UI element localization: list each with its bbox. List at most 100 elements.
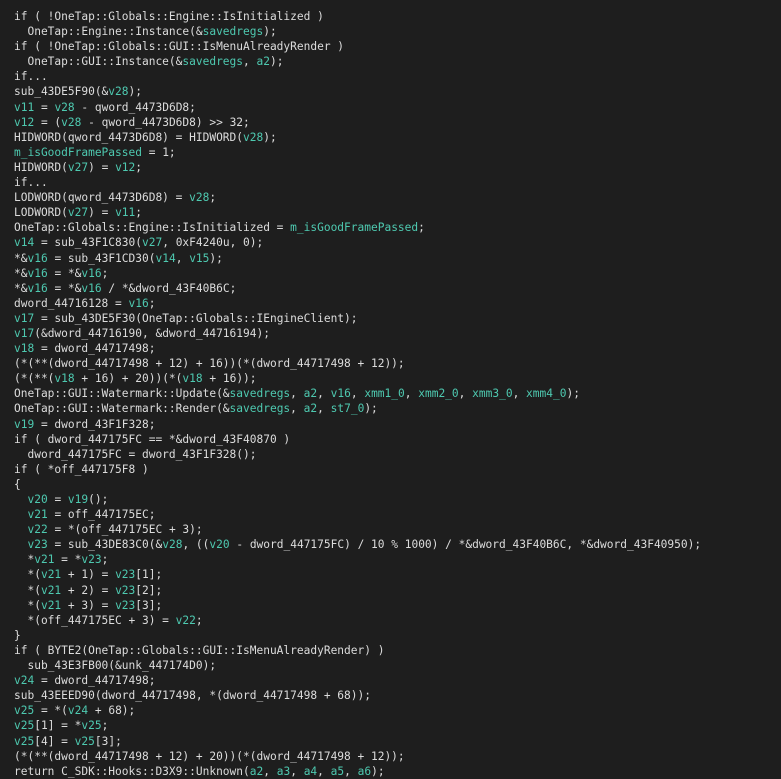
code-identifier[interactable]: v25 [14,735,34,748]
code-identifier[interactable]: v23 [27,538,47,551]
code-text: *& [14,251,28,265]
code-identifier[interactable]: v18 [54,372,74,385]
code-identifier[interactable]: v17 [14,312,34,325]
code-identifier[interactable]: v27 [68,161,88,174]
code-identifier[interactable]: v24 [68,704,88,717]
code-identifier[interactable]: v28 [162,538,182,551]
code-identifier[interactable]: v20 [209,538,229,551]
code-identifier[interactable]: v12 [115,161,135,174]
code-identifier[interactable]: v21 [27,508,47,521]
code-identifier[interactable]: a5 [331,765,344,778]
code-identifier[interactable]: xmm2_0 [418,387,458,400]
code-line: v12 = (v28 - qword_4473D6D8) >> 32; [14,115,781,130]
code-identifier[interactable]: v12 [14,116,34,129]
code-identifier[interactable]: v25 [75,735,95,748]
code-identifier[interactable]: v16 [81,282,101,295]
code-identifier[interactable]: v11 [115,206,135,219]
code-identifier[interactable]: v22 [27,523,47,536]
code-text: *( [14,583,41,597]
code-identifier[interactable]: v25 [14,719,34,732]
code-identifier[interactable]: v21 [41,584,61,597]
code-identifier[interactable]: v23 [115,599,135,612]
code-line: dword_447175FC = dword_43F1F328(); [14,447,781,462]
code-identifier[interactable]: v28 [108,85,128,98]
code-identifier[interactable]: m_isGoodFramePassed [290,221,418,234]
code-identifier[interactable]: v25 [81,719,101,732]
code-identifier[interactable]: savedregs [230,402,291,415]
code-identifier[interactable]: v16 [27,282,47,295]
code-identifier[interactable]: st7_0 [331,402,365,415]
code-identifier[interactable]: v21 [41,599,61,612]
code-identifier[interactable]: v11 [14,101,34,114]
code-text: = *( [34,704,68,718]
code-text: OneTap::GUI::Watermark::Render(& [14,402,230,416]
code-identifier[interactable]: v21 [41,568,61,581]
code-identifier[interactable]: v23 [81,553,101,566]
code-identifier[interactable]: v24 [14,674,34,687]
code-identifier[interactable]: v28 [54,101,74,114]
code-identifier[interactable]: savedregs [182,55,243,68]
code-identifier[interactable]: a2 [304,402,317,415]
code-identifier[interactable]: v23 [115,568,135,581]
code-identifier[interactable]: v17 [14,327,34,340]
code-identifier[interactable]: v27 [68,206,88,219]
code-identifier[interactable]: v18 [182,372,202,385]
code-identifier[interactable]: v28 [189,191,209,204]
code-text: - dword_447175FC) / 10 % 1000) / *&dword… [229,538,702,552]
code-identifier[interactable]: v16 [81,267,101,280]
code-identifier[interactable]: a2 [250,765,263,778]
code-identifier[interactable]: v20 [27,493,47,506]
code-identifier[interactable]: a2 [257,55,270,68]
code-identifier[interactable]: savedregs [203,25,264,38]
code-identifier[interactable]: v14 [155,252,175,265]
code-identifier[interactable]: savedregs [230,387,291,400]
code-text: + 16)); [202,372,257,386]
code-identifier[interactable]: xmm4_0 [526,387,566,400]
code-identifier[interactable]: v28 [243,131,263,144]
code-identifier[interactable]: xmm3_0 [472,387,512,400]
code-line: LODWORD(qword_4473D6D8) = v28; [14,190,781,205]
code-line: if ( !OneTap::Globals::GUI::IsMenuAlread… [14,39,781,54]
code-line: return C_SDK::Hooks::D3X9::Unknown(a2, a… [14,764,781,779]
code-text: ); [364,402,378,416]
code-line: sub_43E3FB00(&unk_447174D0); [14,658,781,673]
code-identifier[interactable]: v19 [14,418,34,431]
code-identifier[interactable]: a3 [277,765,290,778]
code-identifier[interactable]: v14 [14,236,34,249]
code-text: OneTap::Globals::Engine::IsInitialized = [14,221,291,235]
code-text: ); [263,130,277,144]
code-identifier[interactable]: xmm1_0 [364,387,404,400]
code-identifier[interactable]: v15 [189,252,209,265]
code-identifier[interactable]: a6 [358,765,371,778]
pseudocode-view[interactable]: if ( !OneTap::Globals::Engine::IsInitial… [0,0,781,778]
code-identifier[interactable]: v16 [331,387,351,400]
code-text: + 3) = [61,598,116,612]
code-identifier[interactable]: v22 [176,614,196,627]
code-identifier[interactable]: m_isGoodFramePassed [14,146,142,159]
code-text: + 68); [88,704,136,718]
code-identifier[interactable]: v27 [142,236,162,249]
code-text: = [34,100,55,114]
code-line: *&v16 = *&v16; [14,266,781,281]
code-text: LODWORD( [14,206,68,220]
code-identifier[interactable]: v21 [34,553,54,566]
code-identifier[interactable]: v28 [61,116,81,129]
code-identifier[interactable]: v16 [27,252,47,265]
code-text: ; [135,160,143,174]
code-text: if ( !OneTap::Globals::Engine::IsInitial… [14,10,324,23]
code-identifier[interactable]: v16 [27,267,47,280]
code-line: (*(**(dword_44717498 + 12) + 16))(*(dwor… [14,356,781,371]
code-text: , [404,387,419,401]
code-identifier[interactable]: a2 [304,387,317,400]
code-identifier[interactable]: a4 [304,765,317,778]
code-identifier[interactable]: v18 [14,342,34,355]
code-identifier[interactable]: v25 [14,704,34,717]
code-line: if ( !OneTap::Globals::Engine::IsInitial… [14,9,781,24]
code-identifier[interactable]: v16 [129,297,149,310]
code-identifier[interactable]: v23 [115,584,135,597]
code-line: (*(**(v18 + 16) + 20))(*(v18 + 16)); [14,371,781,386]
code-text: = * [54,553,82,567]
code-text: ); [566,387,580,401]
code-line: v17(&dword_44716190, &dword_44716194); [14,326,781,341]
code-identifier[interactable]: v19 [68,493,88,506]
